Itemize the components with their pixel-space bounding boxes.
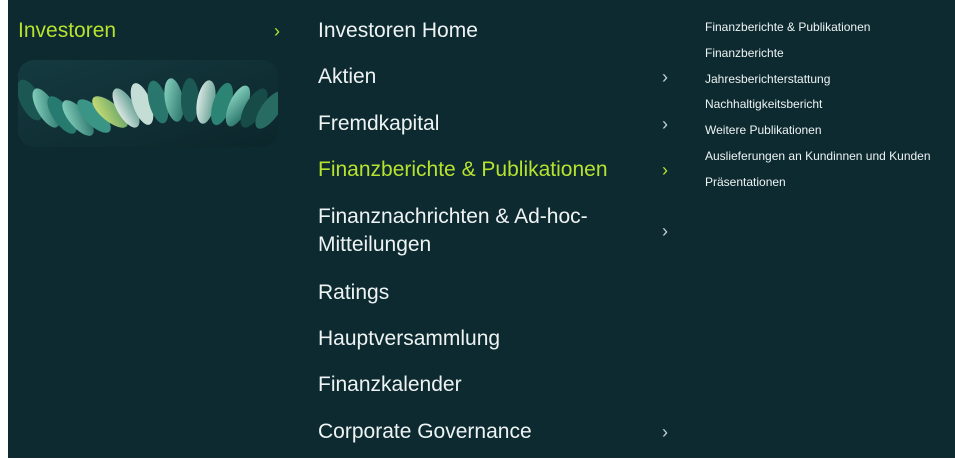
investor-mega-menu: Investoren › Investoren Home Aktien › Fr… (8, 0, 955, 458)
menu-item-label: Aktien (318, 65, 377, 88)
menu-item-label: Ratings (318, 281, 390, 304)
menu-item-label: Finanzberichte & Publikationen (318, 158, 608, 181)
chevron-right-icon: › (662, 67, 668, 87)
menu-item-hauptversammlung[interactable]: Hauptversammlung (318, 325, 668, 353)
submenu-item[interactable]: Finanzberichte (705, 46, 784, 60)
menu-item-label: Finanzkalender (318, 373, 462, 396)
section-label: Investoren (18, 19, 117, 42)
menu-item-finanzkalender[interactable]: Finanzkalender (318, 371, 668, 399)
menu-item-label: Investoren Home (318, 19, 478, 42)
chevron-right-icon: › (662, 114, 668, 134)
chevron-right-icon: › (662, 160, 668, 180)
chevron-right-icon: › (662, 422, 668, 442)
menu-item-investoren-home[interactable]: Investoren Home (318, 17, 668, 45)
submenu-item[interactable]: Finanzberichte & Publikationen (705, 20, 870, 34)
menu-item-aktien[interactable]: Aktien › (318, 63, 668, 91)
menu-item-label: Fremdkapital (318, 112, 440, 135)
hero-image (18, 60, 278, 147)
submenu-item[interactable]: Auslieferungen an Kundinnen und Kunden (705, 149, 931, 163)
submenu-item[interactable]: Weitere Publikationen (705, 123, 822, 137)
menu-item-corporate-governance[interactable]: Corporate Governance › (318, 418, 668, 446)
menu-item-ratings[interactable]: Ratings (318, 279, 668, 307)
chevron-right-icon: › (274, 21, 280, 41)
abstract-ribbon-image (18, 60, 278, 147)
section-investoren[interactable]: Investoren › (18, 14, 280, 48)
submenu-item[interactable]: Jahresberichterstattung (705, 72, 830, 86)
submenu-item[interactable]: Nachhaltigkeitsbericht (705, 97, 822, 111)
chevron-right-icon: › (662, 221, 668, 241)
menu-item-finanzberichte-publikationen[interactable]: Finanzberichte & Publikationen › (318, 156, 668, 184)
menu-item-label: Corporate Governance (318, 420, 532, 443)
menu-item-label: Hauptversammlung (318, 327, 501, 350)
submenu-item[interactable]: Präsentationen (705, 175, 786, 189)
menu-item-finanznachrichten-ad-hoc[interactable]: Finanznachrichten & Ad-hoc-Mitteilungen … (318, 202, 668, 260)
menu-item-fremdkapital[interactable]: Fremdkapital › (318, 110, 668, 138)
menu-item-label: Finanznachrichten & Ad-hoc-Mitteilungen (318, 205, 588, 256)
